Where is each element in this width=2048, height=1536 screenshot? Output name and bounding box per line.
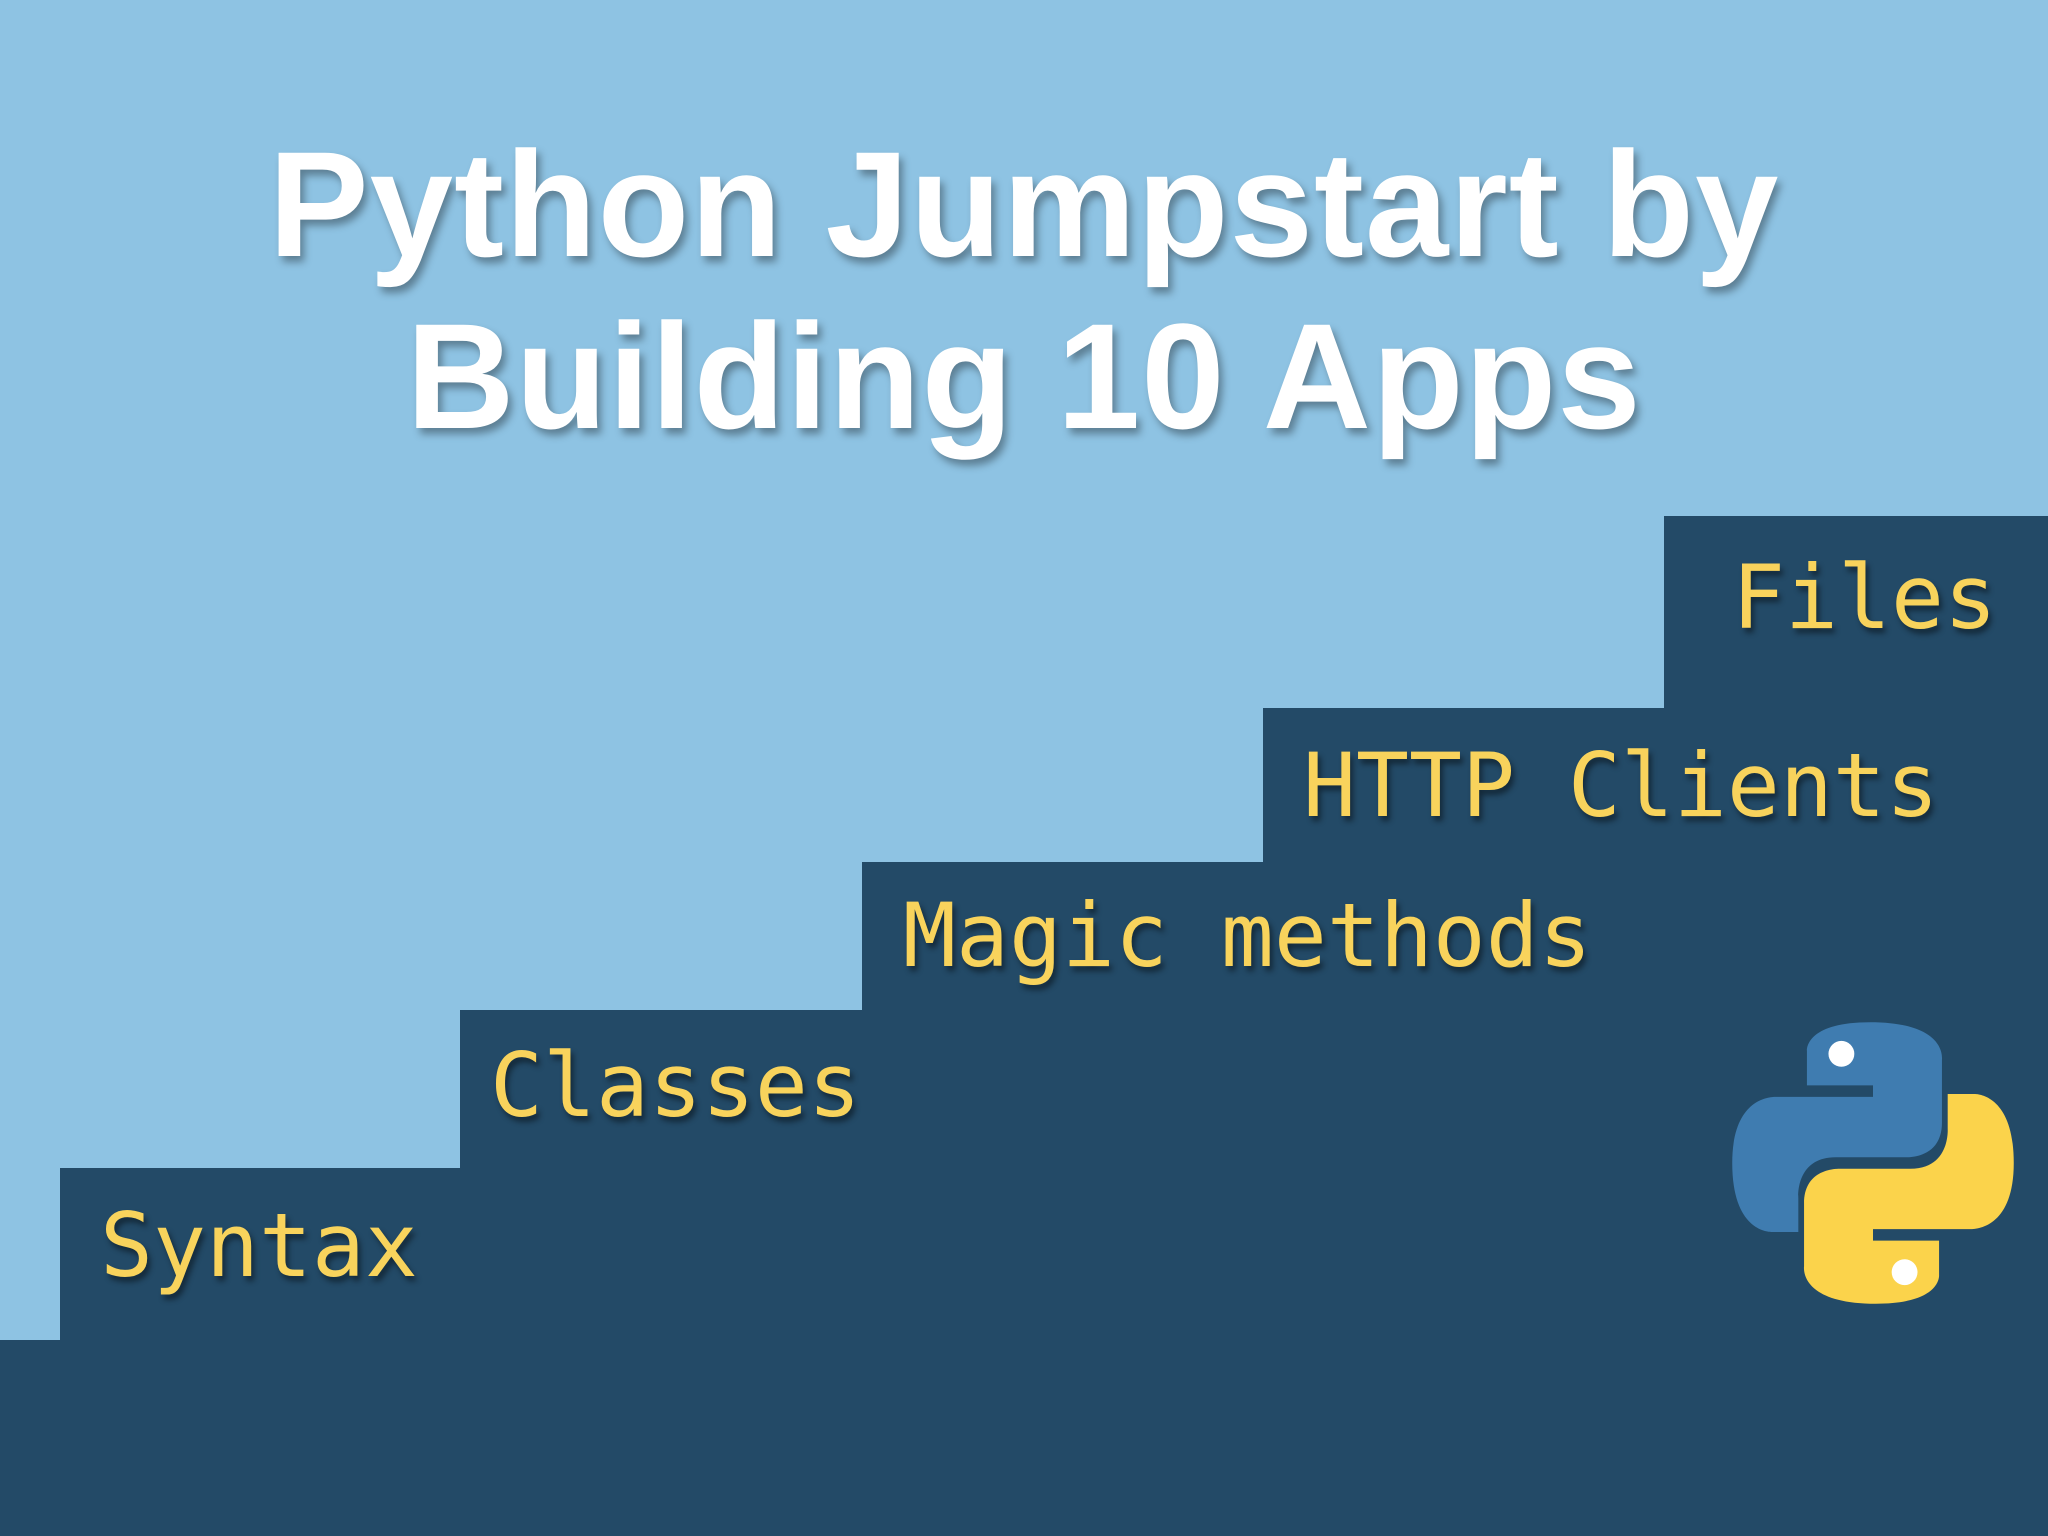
- step-label-files: Files: [1732, 546, 1997, 649]
- step-label-magic-methods: Magic methods: [903, 884, 1592, 987]
- step-label-syntax: Syntax: [100, 1194, 418, 1297]
- python-logo-icon: [1732, 1022, 2014, 1304]
- stair-base: [0, 1340, 2048, 1536]
- step-label-http-clients: HTTP Clients: [1303, 734, 1939, 837]
- step-label-classes: Classes: [490, 1034, 861, 1137]
